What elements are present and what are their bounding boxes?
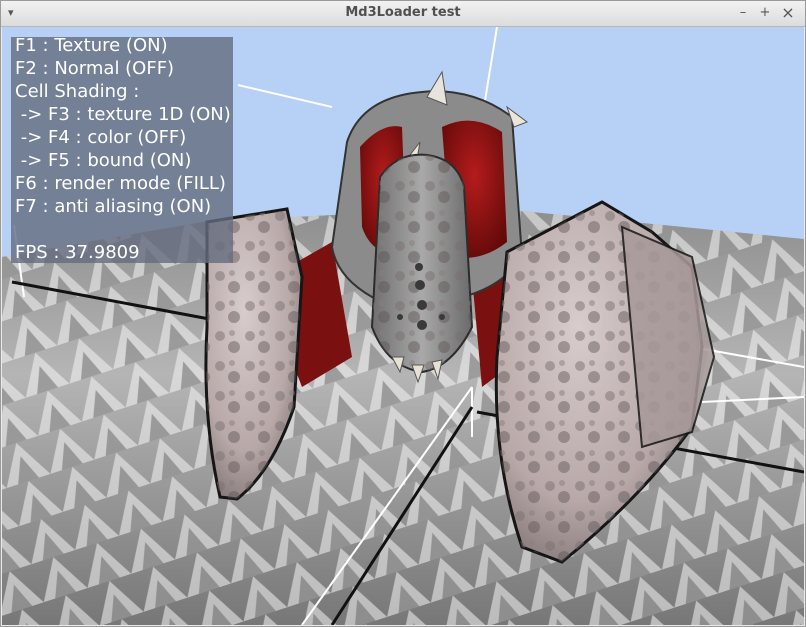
hud-bound-toggle: -> F5 : bound (ON) [15,150,192,171]
hud-cell-shading-heading: Cell Shading : [15,81,140,102]
window-title: Md3Loader test [345,5,461,20]
app-window: ▾ Md3Loader test – + × F1: Texture (ON)… [0,0,806,627]
hud-fps-counter: FPS : 37.9809 [15,242,140,263]
hud-anti-aliasing: F7 : anti aliasing (ON) [15,196,212,217]
hud-texture-toggle: F1 : Texture (ON) [15,35,168,56]
hud-render-mode: F6 : render mode (FILL) [15,173,226,194]
maximize-button[interactable]: + [756,4,774,22]
minimize-button[interactable]: – [734,4,752,22]
render-viewport[interactable]: F1 : Texture (ON) F2 : Normal (OFF) Cell… [2,27,804,625]
hud-texture1d-toggle: -> F3 : texture 1D (ON) [15,104,231,125]
close-button[interactable]: × [779,4,797,22]
title-bar[interactable]: ▾ Md3Loader test – + × [1,1,805,27]
hud-normal-toggle: F2 : Normal (OFF) [15,58,175,79]
creature-head-texture [372,154,472,372]
hud-color-toggle: -> F4 : color (OFF) [15,127,187,148]
